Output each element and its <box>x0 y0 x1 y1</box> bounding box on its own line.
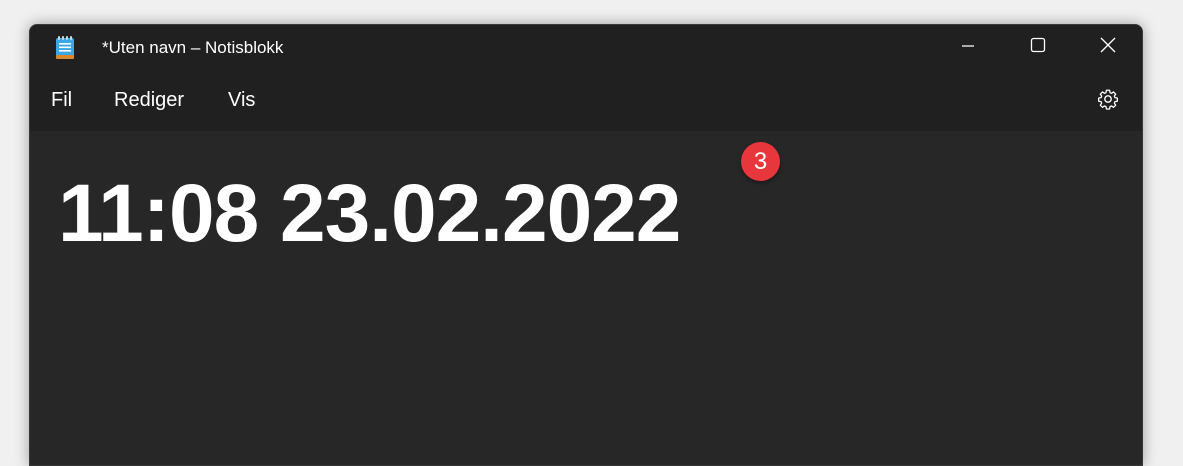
notepad-window: *Uten navn – Notisblokk Fil Rediger Vis <box>29 24 1143 466</box>
gear-icon <box>1097 88 1119 114</box>
step-number-badge: 3 <box>741 142 780 181</box>
maximize-button[interactable] <box>1003 25 1073 69</box>
close-icon <box>1100 37 1116 57</box>
minimize-icon <box>961 38 975 57</box>
maximize-icon <box>1030 37 1046 57</box>
menu-bar: Fil Rediger Vis <box>30 71 1142 131</box>
editor-content: 11:08 23.02.2022 <box>58 168 681 259</box>
minimize-button[interactable] <box>933 25 1003 69</box>
close-button[interactable] <box>1073 25 1142 69</box>
notepad-icon <box>55 36 75 60</box>
menu-item-fil[interactable]: Fil <box>49 87 74 113</box>
text-editor[interactable]: 11:08 23.02.2022 <box>30 131 1142 465</box>
menu-item-vis[interactable]: Vis <box>226 87 257 113</box>
window-title: *Uten navn – Notisblokk <box>102 38 284 57</box>
menu-item-rediger[interactable]: Rediger <box>112 87 186 113</box>
settings-button[interactable] <box>1094 87 1122 115</box>
title-bar[interactable]: *Uten navn – Notisblokk <box>30 25 1142 71</box>
